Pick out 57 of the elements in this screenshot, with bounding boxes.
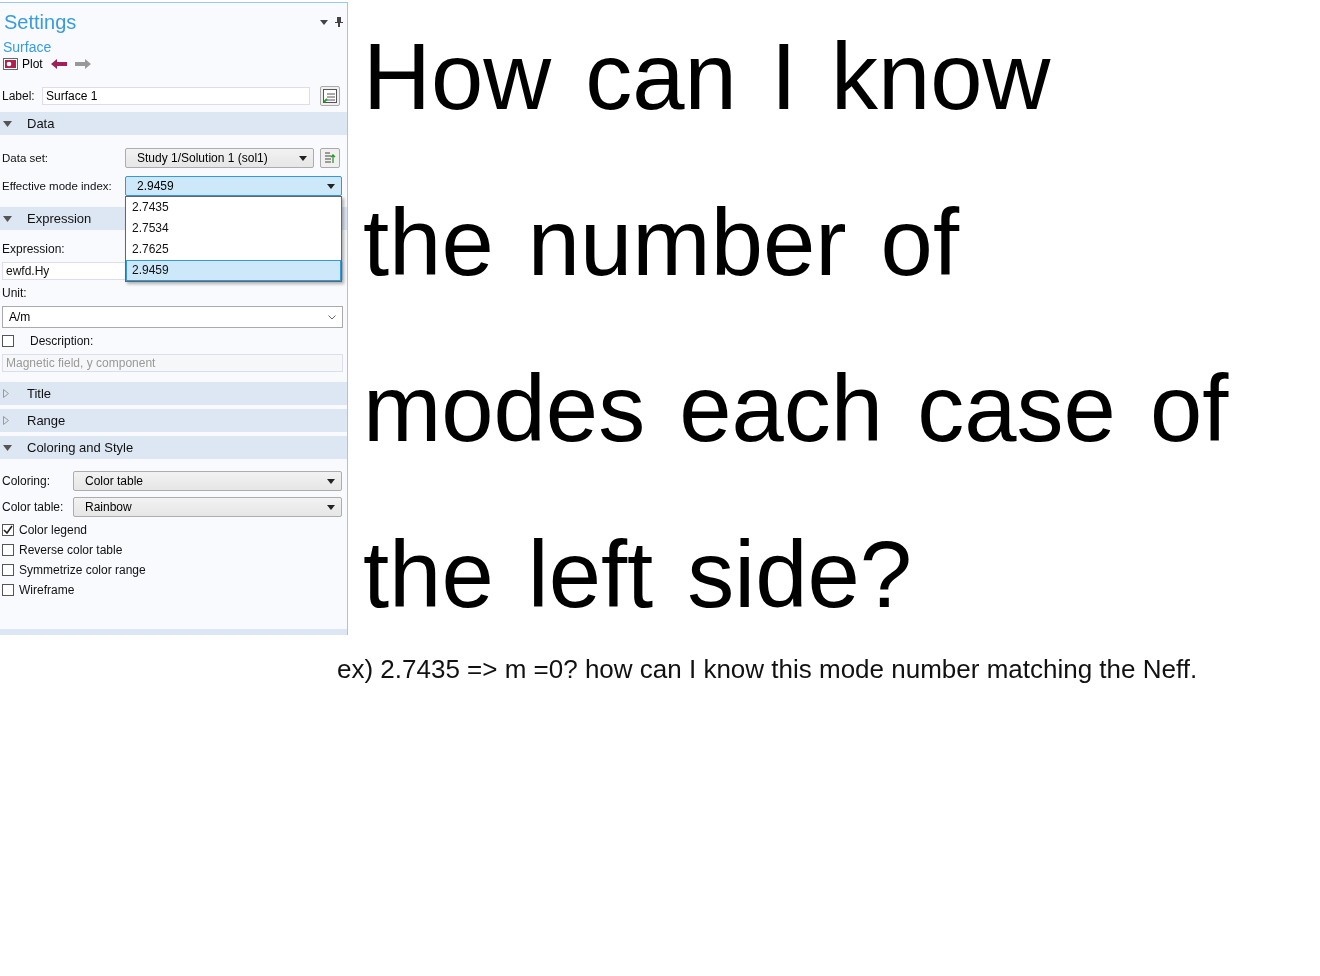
question-text: How can I know — [363, 23, 1052, 131]
label-caption: Label: — [2, 89, 36, 103]
field-caption: Coloring: — [2, 474, 52, 488]
section-header[interactable]: Title — [0, 382, 347, 405]
dropdown[interactable]: Study 1/Solution 1 (sol1) — [125, 148, 314, 168]
caret-icon — [299, 155, 307, 161]
question-text: the number of — [363, 189, 961, 297]
expanded-icon — [3, 444, 12, 451]
dropdown[interactable]: Color table — [73, 471, 342, 491]
label-field[interactable]: Surface 1 — [42, 87, 310, 105]
field-caption: Color table: — [2, 500, 65, 514]
dropdown-icon[interactable] — [319, 18, 329, 26]
dropdown-option[interactable]: 2.9459 — [126, 260, 341, 281]
dropdown-option[interactable]: 2.7534 — [126, 218, 341, 239]
field-caption: Unit: — [2, 286, 27, 300]
node-label-button[interactable] — [320, 86, 340, 106]
collapsed-icon — [3, 389, 12, 398]
panel-title: Settings — [4, 10, 77, 34]
checkbox[interactable] — [2, 583, 14, 596]
caret-icon — [327, 183, 335, 189]
checkbox[interactable] — [2, 335, 14, 347]
section-header[interactable]: Data — [0, 112, 347, 135]
dropdown-option[interactable]: 2.7625 — [126, 239, 341, 260]
unit-dropdown[interactable]: A/m — [2, 306, 343, 328]
checkbox-label: Color legend — [19, 522, 88, 537]
note-text: ex) 2.7435 => m =0? how can I know this mode number matching the Neff. — [337, 654, 1198, 685]
forward-arrow-icon[interactable] — [74, 59, 91, 69]
question-text: modes each case of — [363, 355, 1229, 463]
chevron-icon — [328, 314, 336, 320]
field-caption: Data set: — [2, 152, 50, 164]
expanded-icon — [3, 120, 12, 127]
panel-subtitle: Surface — [2, 39, 53, 55]
checkbox[interactable] — [2, 543, 14, 556]
checkbox-label: Wireframe — [19, 582, 75, 597]
collapsed-icon — [3, 416, 12, 425]
checkbox[interactable] — [2, 523, 14, 536]
checkbox[interactable] — [2, 563, 14, 576]
section-header[interactable]: Coloring and Style — [0, 436, 347, 459]
checkbox-label: Reverse color table — [19, 542, 123, 557]
plot-icon — [3, 58, 18, 70]
plot-button[interactable]: Plot — [3, 57, 43, 71]
dropdown-option[interactable]: 2.7435 — [126, 197, 341, 218]
document-icon — [323, 89, 337, 103]
dropdown[interactable]: Rainbow — [73, 497, 342, 517]
field-caption: Description: — [30, 334, 94, 348]
question-text: the left side? — [363, 521, 914, 629]
expanded-icon — [3, 215, 12, 222]
checkbox-label: Symmetrize color range — [19, 562, 146, 577]
back-arrow-icon[interactable] — [50, 59, 67, 69]
caret-icon — [327, 478, 335, 484]
pin-icon[interactable] — [335, 17, 343, 27]
field-caption: Effective mode index: — [2, 180, 113, 192]
list-icon — [324, 151, 336, 165]
section-header[interactable]: Range — [0, 409, 347, 432]
field-caption: Expression: — [2, 242, 65, 256]
dropdown[interactable]: 2.9459 — [125, 176, 342, 196]
caret-icon — [327, 504, 335, 510]
